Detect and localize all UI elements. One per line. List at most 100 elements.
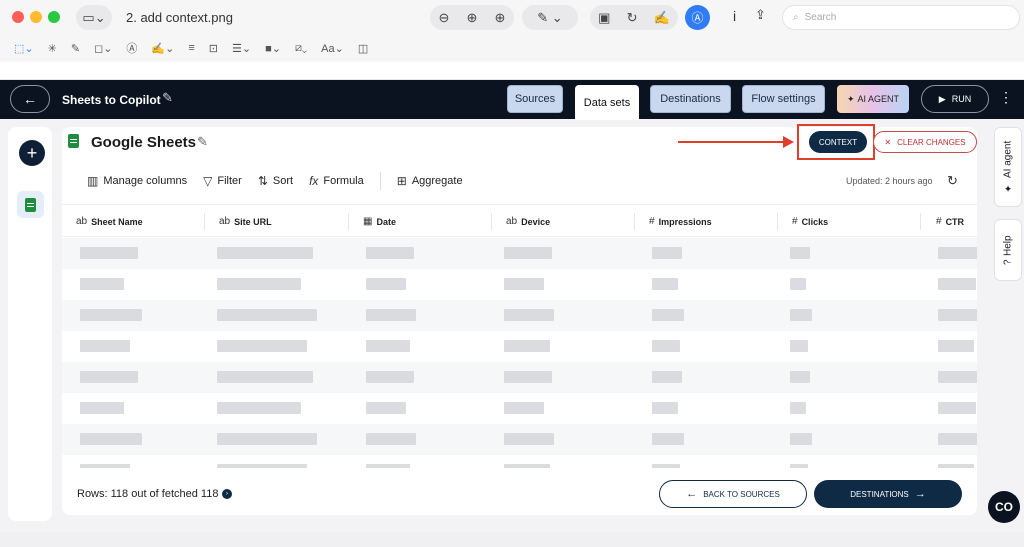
zoom-in-icon[interactable]: ⊕ — [495, 10, 506, 26]
column-header-date[interactable]: ▦ Date — [363, 205, 396, 238]
obscured-cell — [80, 309, 142, 321]
markup-button[interactable]: ✎ ⌄ — [522, 5, 578, 30]
instant-alpha-icon[interactable]: ✳ — [48, 42, 57, 55]
manage-columns-button[interactable]: ▥ Manage columns — [87, 174, 187, 188]
updated-timestamp: Updated: 2 hours ago — [846, 176, 933, 186]
more-options-icon[interactable]: ⋮ — [999, 89, 1013, 106]
minimize-window-button[interactable] — [30, 11, 42, 23]
shape-style-icon[interactable]: ☰⌄ — [232, 42, 251, 55]
annotate-icon[interactable]: ◫ — [358, 42, 368, 55]
shapes-icon[interactable]: ◻⌄ — [94, 42, 112, 55]
zoom-fit-icon[interactable]: ⊕ — [467, 10, 478, 26]
column-header-impressions[interactable]: # Impressions — [649, 205, 712, 238]
table-row[interactable] — [62, 362, 977, 393]
obscured-cell — [366, 340, 410, 352]
obscured-cell — [80, 278, 124, 290]
rows-info-icon[interactable]: › — [222, 489, 232, 499]
edit-flow-title-icon[interactable]: ✎ — [162, 90, 173, 106]
destinations-button[interactable]: DESTINATIONS → — [814, 480, 962, 508]
markup-toolbar-toggle[interactable]: Ⓐ — [685, 5, 710, 30]
help-side-tab[interactable]: ? Help — [994, 219, 1022, 281]
column-header-ctr[interactable]: # CTR — [936, 205, 964, 238]
tab-destinations[interactable]: Destinations — [650, 85, 731, 113]
text-type-icon: ab — [219, 216, 231, 227]
back-to-sources-button[interactable]: ← BACK TO SOURCES — [659, 480, 807, 508]
chat-button[interactable]: CO — [988, 491, 1020, 523]
google-sheets-source-button[interactable] — [17, 191, 44, 218]
add-source-button[interactable]: + — [19, 140, 45, 166]
selection-icon[interactable]: ⬚⌄ — [14, 42, 34, 55]
close-window-button[interactable] — [12, 11, 24, 23]
text-style-icon[interactable]: Aa⌄ — [321, 42, 344, 55]
context-button[interactable]: CONTEXT — [809, 131, 867, 153]
zoom-out-icon[interactable]: ⊖ — [439, 10, 450, 26]
edit-dataset-title-icon[interactable]: ✎ — [197, 134, 208, 150]
obscured-cell — [790, 309, 812, 321]
obscured-cell — [504, 464, 550, 468]
column-header-device[interactable]: ab Device — [506, 205, 550, 238]
column-header-sheet-name[interactable]: ab Sheet Name — [76, 205, 143, 238]
image-tools[interactable]: ▣ ↻ ✍ — [590, 5, 678, 30]
obscured-cell — [80, 402, 124, 414]
obscured-cell — [504, 309, 554, 321]
column-divider[interactable] — [777, 213, 778, 230]
table-row[interactable] — [62, 455, 977, 468]
column-label: Sheet Name — [91, 216, 143, 227]
obscured-cell — [504, 371, 552, 383]
tab-data-sets[interactable]: Data sets — [575, 85, 639, 120]
tab-flow-settings[interactable]: Flow settings — [742, 85, 825, 113]
table-row[interactable] — [62, 300, 977, 331]
clear-changes-button[interactable]: ✕ CLEAR CHANGES — [873, 131, 977, 153]
column-divider[interactable] — [348, 213, 349, 230]
annotation-arrow — [678, 141, 786, 143]
ai-agent-side-tab[interactable]: ✦ AI agent — [994, 127, 1022, 207]
zoom-controls[interactable]: ⊖ ⊕ ⊕ — [430, 5, 514, 30]
ai-agent-label: AI AGENT — [857, 94, 900, 104]
table-row[interactable] — [62, 424, 977, 455]
column-header-clicks[interactable]: # Clicks — [792, 205, 828, 238]
fill-color-icon[interactable]: ⧄⌄ — [295, 42, 307, 55]
filter-button[interactable]: ▽ Filter — [203, 174, 242, 188]
column-divider[interactable] — [491, 213, 492, 230]
share-icon[interactable]: ⇪ — [755, 7, 766, 23]
table-row[interactable] — [62, 331, 977, 362]
sign-icon[interactable]: ✍⌄ — [151, 42, 174, 55]
column-divider[interactable] — [204, 213, 205, 230]
table-row[interactable] — [62, 238, 977, 269]
formula-button[interactable]: fx Formula — [309, 174, 364, 188]
column-header-site-url[interactable]: ab Site URL — [219, 205, 272, 238]
refresh-icon[interactable]: ↻ — [947, 173, 958, 189]
ai-agent-button[interactable]: ✦ AI AGENT — [837, 85, 909, 113]
column-divider[interactable] — [634, 213, 635, 230]
sidebar-icon: ▭⌄ — [82, 9, 106, 25]
obscured-cell — [504, 278, 544, 290]
sort-button[interactable]: ⇅ Sort — [258, 174, 293, 188]
text-icon[interactable]: Ⓐ — [126, 40, 137, 56]
sidebar-toggle-button[interactable]: ▭⌄ — [76, 5, 112, 30]
rotate-icon[interactable]: ↻ — [627, 10, 638, 26]
table-row[interactable] — [62, 393, 977, 424]
obscured-cell — [217, 309, 317, 321]
image-icon[interactable]: ▣ — [598, 10, 610, 26]
adjust-color-icon[interactable]: ≡ — [188, 42, 194, 54]
column-label: CTR — [945, 216, 965, 227]
border-color-icon[interactable]: ■⌄ — [265, 42, 281, 55]
adjust-size-icon[interactable]: ⊡ — [209, 42, 218, 55]
aggregate-button[interactable]: ⊞ Aggregate — [397, 174, 463, 188]
tab-sources[interactable]: Sources — [507, 85, 563, 113]
table-row[interactable] — [62, 269, 977, 300]
obscured-cell — [938, 464, 974, 468]
search-input[interactable]: ⌕ Search — [782, 5, 1020, 30]
obscured-cell — [790, 340, 808, 352]
sketch-icon[interactable]: ✎ — [71, 42, 80, 55]
column-label: Clicks — [801, 216, 829, 227]
column-divider[interactable] — [920, 213, 921, 230]
zoom-window-button[interactable] — [48, 11, 60, 23]
signature-icon[interactable]: ✍ — [654, 10, 670, 26]
window-bottom-edge — [0, 532, 1024, 547]
obscured-cell — [652, 433, 684, 445]
info-button[interactable]: i — [733, 8, 736, 24]
back-button[interactable]: ← — [10, 85, 50, 113]
run-button[interactable]: ▶ RUN — [921, 85, 989, 113]
obscured-cell — [366, 247, 414, 259]
